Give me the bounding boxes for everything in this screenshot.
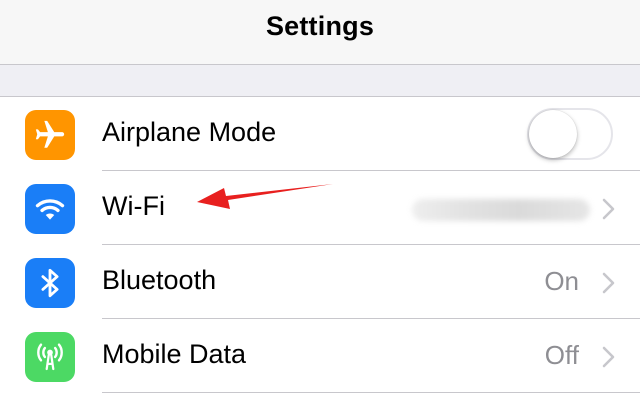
chevron-right-icon <box>602 346 615 368</box>
airplane-mode-toggle[interactable] <box>527 108 613 160</box>
wifi-icon <box>25 184 75 234</box>
section-gap <box>0 65 640 96</box>
row-label: Airplane Mode <box>102 117 277 147</box>
bluetooth-icon <box>25 258 75 308</box>
settings-list: Airplane Mode Wi-Fi Bluetooth On Mobile … <box>0 96 640 403</box>
settings-row-wifi[interactable]: Wi-Fi <box>0 171 640 245</box>
antenna-icon <box>25 332 75 382</box>
row-label: Wi-Fi <box>102 191 165 221</box>
settings-row-bluetooth[interactable]: Bluetooth On <box>0 245 640 319</box>
row-label: Mobile Data <box>102 339 247 369</box>
chevron-right-icon <box>602 272 615 294</box>
page-title: Settings <box>265 11 375 41</box>
airplane-icon <box>25 110 75 160</box>
settings-row-mobile-data[interactable]: Mobile Data Off <box>0 319 640 393</box>
row-label: Bluetooth <box>102 265 217 295</box>
chevron-right-icon <box>602 198 615 220</box>
mobile-data-status-value: Off <box>544 340 579 370</box>
wifi-network-name-obscured <box>412 199 590 221</box>
settings-screen: Settings Airplane Mode Wi-Fi Bluetooth O… <box>0 0 640 403</box>
toggle-knob <box>529 110 577 158</box>
navigation-bar: Settings <box>0 0 640 65</box>
settings-row-airplane-mode[interactable]: Airplane Mode <box>0 97 640 171</box>
row-separator <box>102 392 640 393</box>
bluetooth-status-value: On <box>544 266 579 296</box>
